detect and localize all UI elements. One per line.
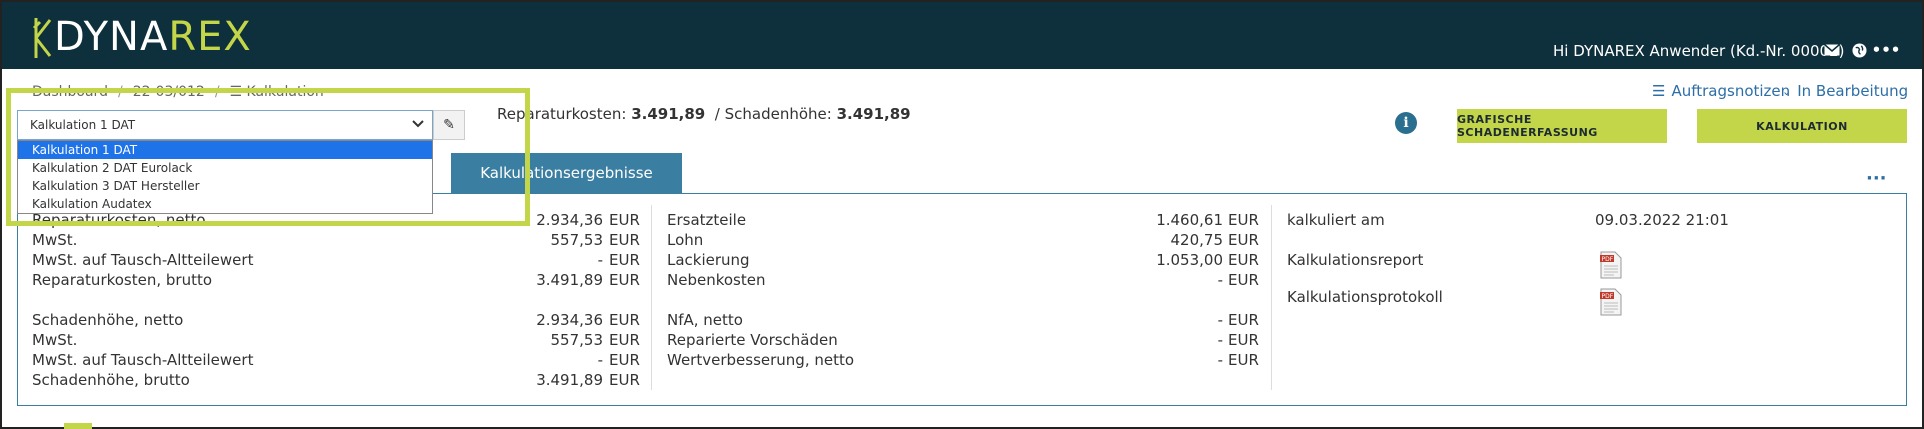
top-bar: DYNA REX Hi DYNAREX Anwender (Kd.-Nr. 000… xyxy=(2,2,1922,69)
repair-cost-label: Reparaturkosten: xyxy=(497,105,627,123)
list-item-label: Lohn xyxy=(667,231,704,249)
calculation-options-list: Kalkulation 1 DAT Kalkulation 2 DAT Euro… xyxy=(17,140,433,214)
logo-text-rex: REX xyxy=(168,14,252,60)
globe-icon[interactable] xyxy=(1849,40,1869,60)
currency-label: EUR xyxy=(609,331,640,349)
option-kalkulation-2-dat-eurolack[interactable]: Kalkulation 2 DAT Eurolack xyxy=(18,159,432,177)
currency-label: EUR xyxy=(609,371,640,389)
currency-label: EUR xyxy=(1228,351,1259,369)
list-item-value: - xyxy=(1217,311,1223,329)
notes-label: Auftragsnotizen xyxy=(1671,82,1791,100)
svg-text:PDF: PDF xyxy=(1602,293,1614,300)
currency-label: EUR xyxy=(1228,251,1259,269)
currency-label: EUR xyxy=(609,251,640,269)
envelope-icon[interactable] xyxy=(1822,40,1842,60)
panel-more-icon[interactable]: ··· xyxy=(1866,168,1887,189)
currency-label: EUR xyxy=(609,231,640,249)
list-item-value: 557,53 xyxy=(550,231,604,249)
list-item-label: Schadenhöhe, netto xyxy=(32,311,184,329)
currency-label: EUR xyxy=(1228,231,1259,249)
list-item-label: Ersatzteile xyxy=(667,211,747,229)
option-kalkulation-1-dat[interactable]: Kalkulation 1 DAT xyxy=(18,141,432,159)
list-item-value: - xyxy=(1217,271,1223,289)
scroll-indicator[interactable] xyxy=(64,423,92,429)
list-item-value: 2.934,36 xyxy=(536,211,603,229)
calculation-select[interactable]: Kalkulation 1 DAT xyxy=(17,110,433,140)
currency-label: EUR xyxy=(1228,271,1259,289)
currency-label: EUR xyxy=(609,351,640,369)
list-item-value: 557,53 xyxy=(550,331,604,349)
pdf-report-icon[interactable]: PDF xyxy=(1600,251,1622,279)
list-item-value: - xyxy=(597,351,603,369)
list-item-value: - xyxy=(1217,351,1223,369)
list-item-label: Lackierung xyxy=(667,251,750,269)
currency-label: EUR xyxy=(1228,311,1259,329)
column-divider xyxy=(1271,205,1272,390)
list-item-label: NfA, netto xyxy=(667,311,743,329)
notes-link[interactable]: ☰ Auftragsnotizen xyxy=(1652,82,1790,100)
list-item-label: MwSt. auf Tausch-Altteilewert xyxy=(32,251,254,269)
list-item-label: Schadenhöhe, brutto xyxy=(32,371,190,389)
list-item-label: Reparaturkosten, brutto xyxy=(32,271,213,289)
graphic-damage-entry-button[interactable]: GRAFISCHE SCHADENERFASSUNG xyxy=(1457,109,1667,143)
calculated-at-value: 09.03.2022 21:01 xyxy=(1595,211,1729,229)
list-icon: ☰ xyxy=(1652,82,1666,100)
calculated-at-label: kalkuliert am xyxy=(1287,211,1385,229)
protocol-label: Kalkulationsprotokoll xyxy=(1287,288,1443,306)
list-item-label: MwSt. xyxy=(32,231,78,249)
calculation-button[interactable]: KALKULATION xyxy=(1697,109,1907,143)
pencil-icon: ✎ xyxy=(443,117,455,133)
list-item-value: - xyxy=(597,251,603,269)
list-item-label: MwSt. xyxy=(32,331,78,349)
breadcrumb-current: ☰ Kalkulation xyxy=(229,84,324,100)
calculation-select-value: Kalkulation 1 DAT xyxy=(30,118,136,132)
pdf-protocol-icon[interactable]: PDF xyxy=(1600,288,1622,316)
list-item-value: 2.934,36 xyxy=(536,311,603,329)
list-item-label: Wertverbesserung, netto xyxy=(667,351,855,369)
dynarex-logo[interactable]: DYNA REX xyxy=(32,12,252,62)
currency-label: EUR xyxy=(609,311,640,329)
tab-kalkulationsergebnisse[interactable]: Kalkulationsergebnisse xyxy=(451,153,682,193)
list-item-value: 3.491,89 xyxy=(536,371,603,389)
list-item-label: MwSt. auf Tausch-Altteilewert xyxy=(32,351,254,369)
chevron-down-icon: ⌄ xyxy=(1782,84,1792,98)
option-kalkulation-audatex[interactable]: Kalkulation Audatex xyxy=(18,195,432,213)
status-dropdown[interactable]: ⌄ In Bearbeitung xyxy=(1782,82,1908,100)
list-item-value: 420,75 xyxy=(1170,231,1224,249)
list-item-label: Nebenkosten xyxy=(667,271,766,289)
list-item-value: 1.053,00 xyxy=(1156,251,1223,269)
currency-label: EUR xyxy=(1228,211,1259,229)
repair-cost-value: 3.491,89 xyxy=(631,105,706,123)
logo-mark-icon xyxy=(32,18,52,58)
currency-label: EUR xyxy=(609,271,640,289)
breadcrumb-dashboard[interactable]: Dashboard xyxy=(32,84,108,100)
damage-label: / Schadenhöhe: xyxy=(714,105,832,123)
report-label: Kalkulationsreport xyxy=(1287,251,1424,269)
list-item-value: 1.460,61 xyxy=(1156,211,1223,229)
cost-summary: Reparaturkosten: 3.491,89 / Schadenhöhe:… xyxy=(497,105,911,123)
column-divider xyxy=(651,205,652,390)
currency-label: EUR xyxy=(1228,331,1259,349)
user-greeting: Hi DYNAREX Anwender (Kd.-Nr. 00002) xyxy=(1553,42,1845,60)
info-icon[interactable]: i xyxy=(1395,112,1417,134)
breadcrumb-current-label: Kalkulation xyxy=(246,84,324,100)
breadcrumb-case[interactable]: 22-03/012 xyxy=(133,84,205,100)
more-icon[interactable]: ••• xyxy=(1872,40,1901,60)
list-item-value: 3.491,89 xyxy=(536,271,603,289)
chevron-down-icon xyxy=(412,117,424,131)
damage-value: 3.491,89 xyxy=(836,105,911,123)
svg-text:PDF: PDF xyxy=(1602,256,1614,263)
edit-calculation-button[interactable]: ✎ xyxy=(433,110,465,140)
status-label: In Bearbeitung xyxy=(1797,82,1909,100)
breadcrumb-separator: / xyxy=(117,84,123,100)
option-kalkulation-3-dat-hersteller[interactable]: Kalkulation 3 DAT Hersteller xyxy=(18,177,432,195)
currency-label: EUR xyxy=(609,211,640,229)
breadcrumb-separator: / xyxy=(214,84,220,100)
list-item-label: Reparierte Vorschäden xyxy=(667,331,838,349)
logo-text-dyna: DYNA xyxy=(54,14,169,60)
list-item-value: - xyxy=(1217,331,1223,349)
breadcrumb: Dashboard / 22-03/012 / ☰ Kalkulation xyxy=(32,84,324,100)
